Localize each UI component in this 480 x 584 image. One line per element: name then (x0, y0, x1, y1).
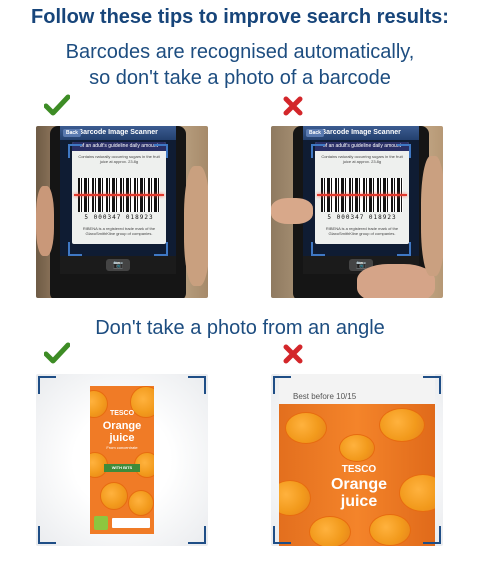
cross-icon (283, 344, 303, 364)
tip1-line1: Barcodes are recognised automatically, (65, 41, 415, 63)
carton-brand: TESCO (109, 410, 135, 417)
thumb-over-screen (357, 264, 435, 298)
scanner-navbar: Back Barcode Image Scanner (60, 126, 176, 140)
product-label: of an adult's guideline daily amount Con… (72, 142, 166, 244)
product-label: of an adult's guideline daily amount Con… (315, 142, 409, 244)
cross-icon (283, 96, 303, 116)
label-footer: RIBENA is a registered trade mark of the… (325, 226, 399, 236)
label-heading: of an adult's guideline daily amount (72, 142, 166, 151)
tip1-line2: so don't take a photo of a barcode (89, 67, 391, 89)
carton-top-text: Best before 10/15 (293, 392, 357, 401)
label-small-text: Contains naturally occurring sugars in t… (78, 154, 160, 164)
good-example-photo-juice-carton: TESCO Orange juice From concentrate WITH… (36, 374, 208, 546)
phone-screen: Back Barcode Image Scanner of an adult's… (60, 126, 176, 274)
scanner-title: Barcode Image Scanner (321, 129, 401, 136)
label-small-text: Contains naturally occurring sugars in t… (321, 154, 403, 164)
phone-screen: Back Barcode Image Scanner of an adult's… (303, 126, 419, 274)
good-example-photo-barcode-scanner: Back Barcode Image Scanner of an adult's… (36, 126, 208, 298)
carton-top: Best before 10/15 (279, 374, 435, 408)
carton-brand: TESCO (341, 464, 377, 475)
scan-line (317, 194, 407, 196)
carton-subtitle: From concentrate (106, 445, 138, 450)
back-button: Back (63, 129, 81, 137)
barcode-digits: 5 000347 018923 (327, 214, 397, 221)
check-icon (44, 94, 70, 116)
scanner-navbar: Back Barcode Image Scanner (303, 126, 419, 140)
check-icon (44, 342, 70, 364)
back-button: Back (306, 129, 324, 137)
label-footer: RIBENA is a registered trade mark of the… (82, 226, 156, 236)
carton-product-line2: juice (109, 432, 135, 444)
juice-carton-front: TESCO Orange juice From concentrate WITH… (90, 386, 154, 534)
barcode-digits: 5 000347 018923 (84, 214, 154, 221)
scan-line (74, 194, 164, 196)
camera-icon: 📷 (106, 259, 130, 271)
bad-example-photo-barcode-scanner: Back Barcode Image Scanner of an adult's… (271, 126, 443, 298)
finger-over-screen (271, 198, 313, 224)
scanner-title: Barcode Image Scanner (78, 129, 158, 136)
carton-product-line1: Orange (102, 420, 142, 432)
juice-carton-angled: TESCO Orange juice (279, 404, 435, 546)
scanner-toolbar: 📷 (60, 256, 176, 274)
carton-band: WITH BITS (104, 464, 140, 472)
label-heading: of an adult's guideline daily amount (315, 142, 409, 151)
tip2-line1: Don't take a photo from an angle (95, 317, 385, 339)
bad-example-photo-juice-carton-angled: Best before 10/15 TESCO Orange juice (271, 374, 443, 546)
tips-heading: Follow these tips to improve search resu… (31, 6, 449, 28)
